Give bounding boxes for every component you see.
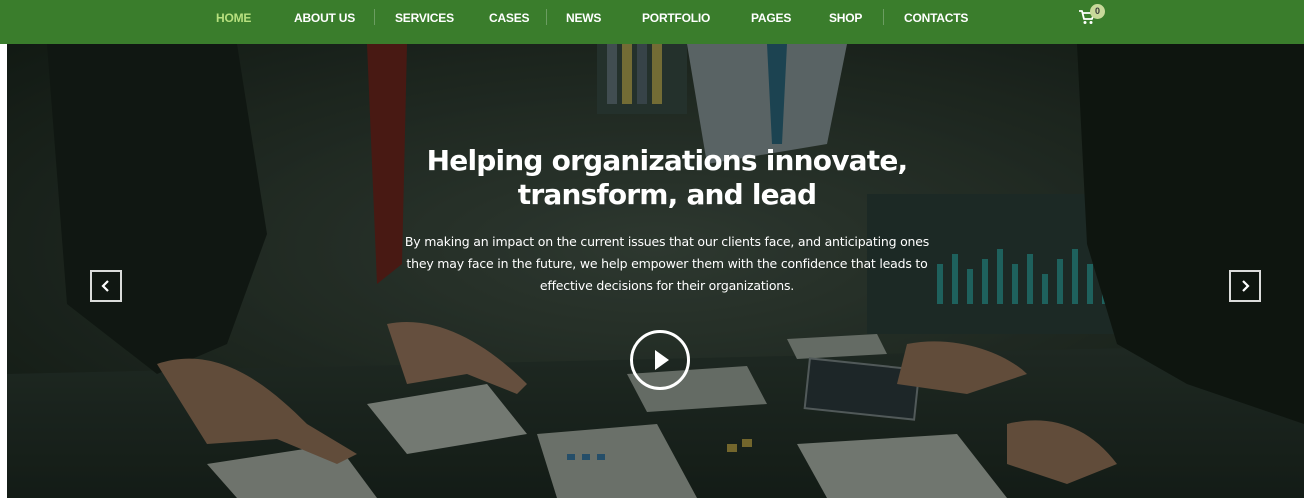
nav-item-portfolio[interactable]: PORTFOLIO — [642, 10, 710, 26]
nav-divider — [883, 9, 884, 25]
nav-item-cases[interactable]: CASES — [489, 10, 530, 26]
slider-next-button[interactable] — [1229, 270, 1261, 302]
nav-item-services[interactable]: SERVICES — [395, 10, 454, 26]
cart-count-badge: 0 — [1090, 4, 1105, 19]
top-navigation-bar: HOME ABOUT US SERVICES CASES NEWS PORTFO… — [0, 0, 1304, 44]
play-icon — [655, 350, 669, 370]
chevron-left-icon — [101, 280, 109, 292]
hero-slider: Helping organizations innovate, transfor… — [7, 44, 1304, 498]
chevron-right-icon — [1242, 280, 1250, 292]
nav-item-shop[interactable]: SHOP — [829, 10, 862, 26]
hero-description: By making an impact on the current issue… — [404, 234, 930, 293]
nav-item-about-us[interactable]: ABOUT US — [294, 10, 355, 26]
hero-headline: Helping organizations innovate, transfor… — [7, 144, 1304, 212]
main-menu: HOME ABOUT US SERVICES CASES NEWS PORTFO… — [0, 0, 1304, 36]
nav-item-news[interactable]: NEWS — [566, 10, 601, 26]
nav-item-home[interactable]: HOME — [216, 10, 251, 26]
nav-divider — [546, 9, 547, 25]
slider-prev-button[interactable] — [90, 270, 122, 302]
hero-headline-line-1: Helping organizations innovate, — [426, 144, 909, 177]
hero-headline-line-2: transform, and lead — [517, 178, 817, 211]
video-play-button[interactable] — [630, 330, 690, 390]
nav-item-pages[interactable]: PAGES — [751, 10, 791, 26]
nav-divider — [374, 9, 375, 25]
nav-item-contacts[interactable]: CONTACTS — [904, 10, 968, 26]
